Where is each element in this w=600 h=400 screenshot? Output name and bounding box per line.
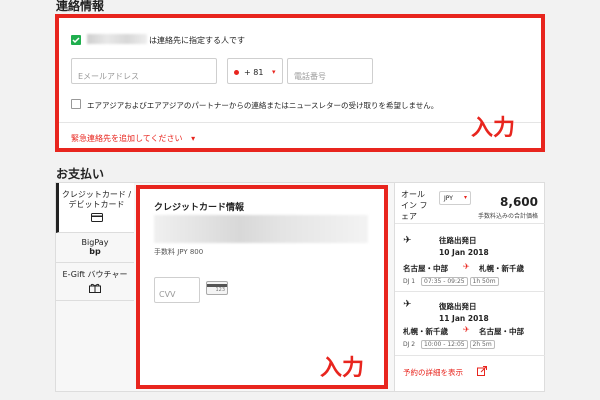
- return-duration: 2h 5m: [469, 340, 495, 349]
- booking-details-link[interactable]: 予約の詳細を表示: [403, 367, 463, 378]
- plane-icon: ✈: [463, 262, 470, 271]
- credit-card-info-title: クレジットカード情報: [154, 203, 245, 213]
- emergency-designation-label: は連絡先に指定する人です: [149, 36, 245, 45]
- tab-credit-card[interactable]: クレジットカード / デビットカード: [56, 183, 134, 233]
- passenger-name-blurred: [87, 34, 147, 44]
- divider: [59, 122, 541, 123]
- return-flight-info: DJ 2 10:00 - 12:05 2h 5m: [403, 340, 495, 349]
- divider: [395, 223, 545, 224]
- chevron-down-icon: ▾: [463, 194, 467, 201]
- country-code-select[interactable]: + 81 ▾: [227, 58, 283, 84]
- outbound-to: 札幌・新千歳: [479, 264, 524, 273]
- return-to: 名古屋・中部: [479, 327, 524, 336]
- newsletter-optout-checkbox[interactable]: [71, 99, 81, 109]
- check-icon: [72, 37, 80, 44]
- bigpay-icon: bp: [89, 247, 101, 256]
- return-label: 復路出発日: [439, 302, 477, 311]
- japan-flag-icon: [234, 70, 239, 75]
- return-date: 11 Jan 2018: [439, 314, 489, 323]
- cvv-field[interactable]: CVV: [154, 277, 200, 303]
- plane-takeoff-icon: ✈: [403, 235, 412, 246]
- total-caption: 手数料込みの合計価格: [477, 213, 538, 220]
- return-time: 10:00 - 12:05: [421, 340, 468, 349]
- outbound-time: 07:35 - 09:25: [421, 277, 468, 286]
- outbound-duration: 1h 50m: [469, 277, 499, 286]
- plane-landing-icon: ✈: [403, 299, 412, 310]
- return-flight-number: DJ 2: [403, 341, 416, 348]
- booking-summary: オールイン フェア JPY ▾ 8,600 手数料込みの合計価格 ✈ 往路出発日…: [394, 183, 545, 391]
- input-annotation: 入力: [320, 356, 365, 381]
- gift-icon: [89, 283, 101, 293]
- divider: [395, 355, 545, 356]
- outbound-flight-number: DJ 1: [403, 278, 416, 285]
- external-link-icon[interactable]: [477, 366, 487, 376]
- outbound-flight-info: DJ 1 07:35 - 09:25 1h 50m: [403, 277, 499, 286]
- contact-section-title: 連絡情報: [56, 0, 105, 13]
- add-emergency-contact-link[interactable]: 緊急連絡先を追加してください ▾: [71, 133, 195, 144]
- email-field[interactable]: Eメールアドレス: [71, 58, 217, 84]
- payment-section-title: お支払い: [56, 167, 105, 181]
- plane-icon: ✈: [463, 325, 470, 334]
- contact-form-card: は連絡先に指定する人です Eメールアドレス + 81 ▾ 電話番号 エアアジアお…: [55, 14, 545, 152]
- phone-field[interactable]: 電話番号: [287, 58, 373, 84]
- chevron-down-icon: ▾: [272, 68, 276, 76]
- tab-bigpay-label: BigPay: [81, 238, 109, 247]
- payment-card: クレジットカード / デビットカード BigPay bp E-Gift バウチャ…: [55, 182, 545, 392]
- cvv-hint-number: 123: [215, 287, 225, 293]
- total-price: 8,600: [500, 195, 538, 209]
- input-annotation: 入力: [471, 116, 516, 141]
- currency-value: JPY: [444, 195, 453, 202]
- newsletter-optout-label: エアアジアおよびエアアジアのパートナーからの連絡またはニュースレターの受け取りを…: [87, 101, 439, 110]
- tab-egift-voucher[interactable]: E-Gift バウチャー: [56, 263, 134, 301]
- outbound-date: 10 Jan 2018: [439, 248, 489, 257]
- chevron-down-icon: ▾: [191, 134, 196, 143]
- add-emergency-contact-label: 緊急連絡先を追加してください: [71, 134, 183, 143]
- credit-card-icon: [90, 213, 103, 222]
- outbound-from: 名古屋・中部: [403, 264, 448, 273]
- return-from: 札幌・新千歳: [403, 327, 448, 336]
- emergency-designation-checkbox[interactable]: [71, 35, 81, 45]
- tab-egift-label: E-Gift バウチャー: [62, 270, 128, 279]
- tab-bigpay[interactable]: BigPay bp: [56, 233, 134, 263]
- tab-credit-card-label: クレジットカード / デビットカード: [61, 190, 132, 209]
- country-code-value: + 81: [244, 68, 264, 77]
- card-number-field[interactable]: [154, 215, 368, 243]
- all-in-fare-label: オールイン フェア: [401, 190, 428, 221]
- fee-text: 手数料 JPY 800: [154, 248, 204, 256]
- currency-select[interactable]: JPY ▾: [439, 191, 471, 205]
- credit-card-info-panel: クレジットカード情報 手数料 JPY 800 CVV 123 入力: [136, 185, 388, 389]
- outbound-label: 往路出発日: [439, 236, 477, 245]
- divider: [395, 291, 545, 292]
- cvv-hint-card-icon: 123: [206, 281, 228, 295]
